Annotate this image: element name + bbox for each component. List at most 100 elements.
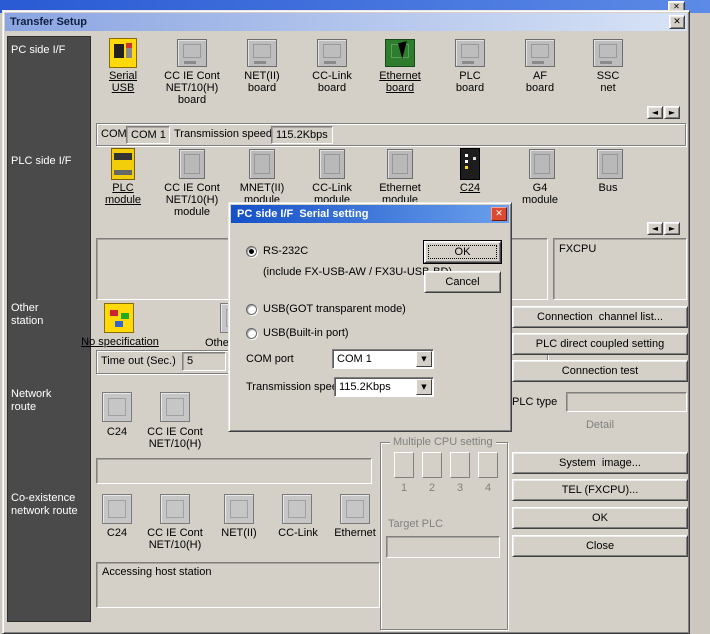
coex-label-cc-link[interactable]: CC-Link bbox=[271, 527, 325, 539]
cpu-slot-4 bbox=[478, 452, 498, 478]
plc-bus-icon[interactable] bbox=[597, 149, 623, 179]
com-value-box: COM 1 bbox=[126, 126, 170, 144]
coex-label-net2[interactable]: NET(II) bbox=[215, 527, 263, 539]
pc-icon-label-af-board[interactable]: AF board bbox=[520, 70, 560, 94]
cpu-type-value: FXCPU bbox=[559, 243, 596, 256]
cpu-slot-number-1: 1 bbox=[394, 482, 414, 495]
no-specification-icon[interactable] bbox=[104, 303, 134, 333]
coex-c24-icon[interactable] bbox=[102, 494, 132, 524]
plc-icon-label-cc-ie-cont[interactable]: CC IE Cont NET/10(H) module bbox=[159, 182, 225, 218]
target-plc-field bbox=[386, 536, 500, 558]
ok-button[interactable]: OK bbox=[512, 507, 688, 529]
pc-icon-label-ethernet[interactable]: Ethernet board bbox=[367, 70, 433, 94]
plc-scroll-right-button[interactable]: ► bbox=[664, 222, 680, 235]
serial-setting-dialog bbox=[228, 202, 512, 432]
coex-cc-link-icon[interactable] bbox=[282, 494, 312, 524]
system-image-button[interactable]: System image... bbox=[512, 452, 688, 474]
plc-cc-link-icon[interactable] bbox=[319, 149, 345, 179]
plc-c24-icon[interactable] bbox=[460, 148, 480, 180]
pc-icon-label-plc-board[interactable]: PLC board bbox=[450, 70, 490, 94]
coex-cc-ie-cont-icon[interactable] bbox=[160, 494, 190, 524]
sidebar-label-other-station: Other station bbox=[11, 302, 55, 328]
coex-net2-icon[interactable] bbox=[224, 494, 254, 524]
pc-serial-usb-icon[interactable] bbox=[109, 38, 137, 68]
sidebar-label-pc-side: PC side I/F bbox=[11, 44, 87, 57]
plc-mnet2-icon[interactable] bbox=[249, 149, 275, 179]
window-titlebar[interactable]: Transfer Setup bbox=[5, 13, 687, 31]
plc-scroll-left-button[interactable]: ◄ bbox=[647, 222, 663, 235]
coex-label-ethernet[interactable]: Ethernet bbox=[330, 527, 380, 539]
plc-icon-label-plc-module[interactable]: PLC module bbox=[101, 182, 145, 206]
network-c24-icon[interactable] bbox=[102, 392, 132, 422]
network-route-field bbox=[96, 458, 372, 484]
network-label-c24[interactable]: C24 bbox=[97, 426, 137, 438]
dialog-cancel-button[interactable]: Cancel bbox=[424, 271, 501, 293]
button-label: TEL (FXCPU)... bbox=[562, 484, 639, 496]
sidebar-label-plc-side: PLC side I/F bbox=[11, 155, 87, 168]
no-specification-label[interactable]: No specification bbox=[80, 336, 160, 348]
tel-fxcpu-button[interactable]: TEL (FXCPU)... bbox=[512, 479, 688, 501]
pc-scroll-left-button[interactable]: ◄ bbox=[647, 106, 663, 119]
dialog-titlebar[interactable]: PC side I/F Serial setting bbox=[231, 205, 509, 223]
com-port-combobox[interactable]: COM 1 ▼ bbox=[332, 349, 434, 369]
plc-cc-ie-cont-icon[interactable] bbox=[179, 149, 205, 179]
pc-icon-label-cc-ie-cont[interactable]: CC IE Cont NET/10(H) board bbox=[159, 70, 225, 106]
plc-ethernet-icon[interactable] bbox=[387, 149, 413, 179]
pc-af-board-icon[interactable] bbox=[525, 39, 555, 67]
chevron-down-icon[interactable]: ▼ bbox=[416, 351, 432, 367]
com-port-label: COM port bbox=[246, 353, 294, 366]
plc-icon-label-c24[interactable]: C24 bbox=[450, 182, 490, 194]
usb-got-radio[interactable] bbox=[246, 304, 257, 315]
coex-label-c24[interactable]: C24 bbox=[97, 527, 137, 539]
close-icon: ✕ bbox=[673, 17, 681, 27]
timeout-label: Time out (Sec.) bbox=[101, 355, 176, 368]
plc-g4-icon[interactable] bbox=[529, 149, 555, 179]
dialog-speed-label: Transmission speed bbox=[246, 381, 344, 394]
com-label: COM bbox=[101, 128, 127, 141]
connection-test-button[interactable]: Connection test bbox=[512, 360, 688, 382]
dialog-ok-button[interactable]: OK bbox=[424, 241, 501, 263]
target-plc-label: Target PLC bbox=[388, 518, 443, 531]
close-button[interactable]: Close bbox=[512, 535, 688, 557]
usb-builtin-radio-label[interactable]: USB(Built-in port) bbox=[263, 327, 349, 340]
button-label: OK bbox=[592, 512, 608, 524]
plc-module-icon[interactable] bbox=[111, 148, 135, 180]
sidebar-label-coexistence: Co-existence network route bbox=[11, 492, 83, 518]
sidebar bbox=[7, 36, 91, 622]
window-close-button[interactable]: ✕ bbox=[669, 15, 685, 29]
pc-icon-label-cc-link[interactable]: CC-Link board bbox=[299, 70, 365, 94]
rs232c-radio-label[interactable]: RS-232C bbox=[263, 245, 308, 258]
pc-icon-label-ssc-net[interactable]: SSC net bbox=[593, 70, 623, 94]
detail-button: Detail bbox=[560, 419, 640, 432]
pc-plc-board-icon[interactable] bbox=[455, 39, 485, 67]
plc-direct-coupled-button[interactable]: PLC direct coupled setting bbox=[512, 333, 688, 355]
pc-icon-label-net2[interactable]: NET(II) board bbox=[237, 70, 287, 94]
network-label-cc-ie-cont[interactable]: CC IE Cont NET/10(H) bbox=[142, 426, 208, 450]
cpu-slot-number-4: 4 bbox=[478, 482, 498, 495]
pc-cc-ie-cont-board-icon[interactable] bbox=[177, 39, 207, 67]
pc-scroll-right-button[interactable]: ► bbox=[664, 106, 680, 119]
usb-builtin-radio[interactable] bbox=[246, 328, 257, 339]
dialog-close-button[interactable]: ✕ bbox=[491, 207, 507, 221]
plc-icon-label-g4[interactable]: G4 module bbox=[518, 182, 562, 206]
button-label: Cancel bbox=[445, 276, 479, 288]
network-cc-ie-cont-icon[interactable] bbox=[160, 392, 190, 422]
pc-net2-board-icon[interactable] bbox=[247, 39, 277, 67]
pc-ssc-net-icon[interactable] bbox=[593, 39, 623, 67]
plc-icon-label-bus[interactable]: Bus bbox=[593, 182, 623, 194]
cpu-slot-number-3: 3 bbox=[450, 482, 470, 495]
speed-combobox[interactable]: 115.2Kbps ▼ bbox=[334, 377, 434, 397]
pc-cc-link-board-icon[interactable] bbox=[317, 39, 347, 67]
speed-value: 115.2Kbps bbox=[335, 378, 415, 396]
pc-icon-label-serial-usb[interactable]: Serial USB bbox=[103, 70, 143, 94]
cpu-slot-3 bbox=[450, 452, 470, 478]
coex-label-cc-ie-cont[interactable]: CC IE Cont NET/10(H) bbox=[142, 527, 208, 551]
sidebar-label-network-route: Network route bbox=[11, 388, 63, 414]
cpu-slot-number-2: 2 bbox=[422, 482, 442, 495]
connection-channel-list-button[interactable]: Connection channel list... bbox=[512, 306, 688, 328]
chevron-down-icon[interactable]: ▼ bbox=[416, 379, 432, 395]
coex-ethernet-icon[interactable] bbox=[340, 494, 370, 524]
usb-got-radio-label[interactable]: USB(GOT transparent mode) bbox=[263, 303, 406, 316]
cpu-slot-2 bbox=[422, 452, 442, 478]
rs232c-radio[interactable] bbox=[246, 246, 257, 257]
